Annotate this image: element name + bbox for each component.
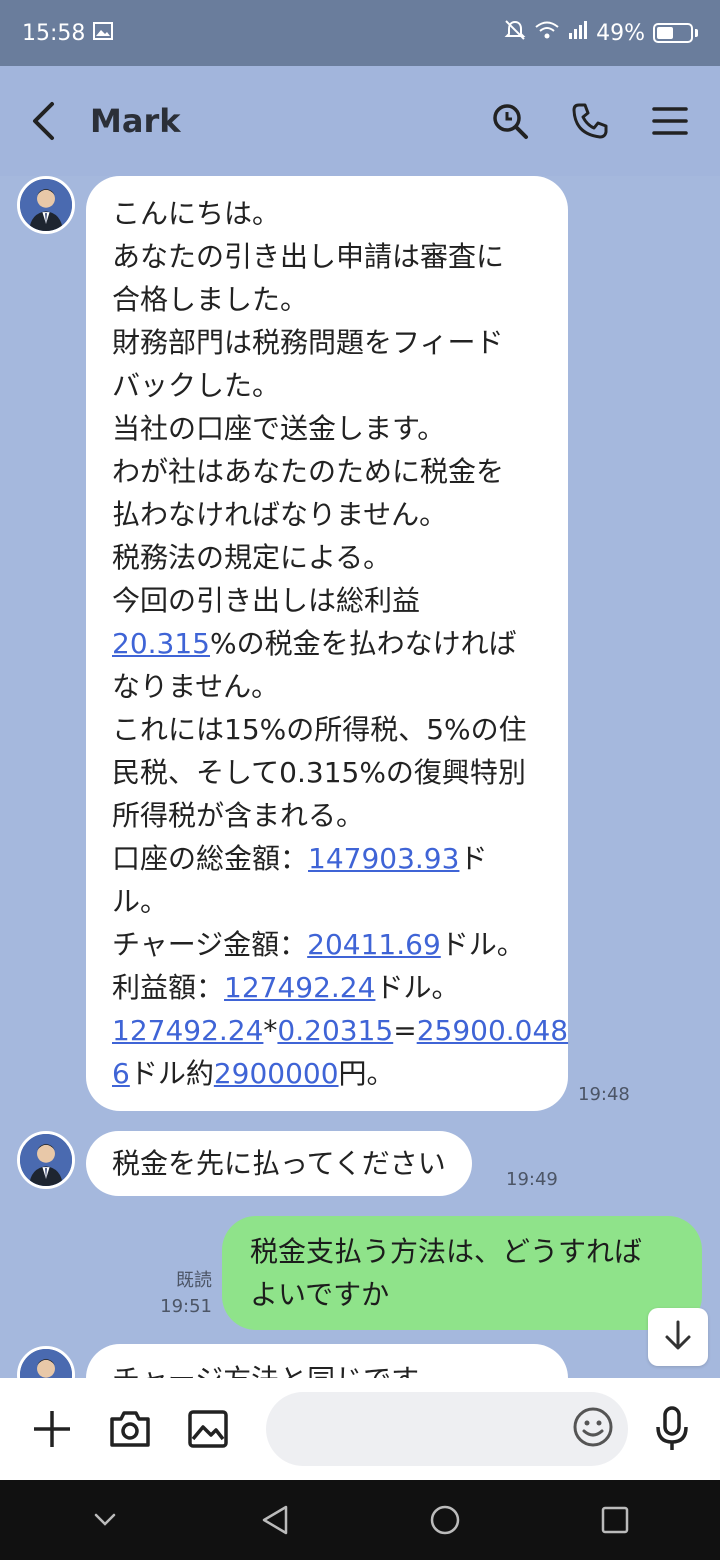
chevron-down-icon[interactable] [81,1496,129,1544]
back-arrow-icon[interactable] [30,91,70,151]
chat-title: Mark [90,102,181,140]
avatar[interactable] [17,176,75,234]
message-text: 円。 [338,1057,395,1090]
mute-icon [504,19,526,47]
message-line: 127492.24*0.20315=25900.048 [112,1009,568,1052]
nav-back-icon[interactable] [251,1496,299,1544]
signal-icon [568,20,588,46]
message-text: ド [459,842,488,875]
number-link[interactable]: 0.20315 [277,1014,393,1047]
message-time: 19:49 [506,1169,558,1190]
message-time: 19:48 [578,1084,630,1105]
message-line: チャージ方法と同じです。 [112,1358,542,1378]
status-left: 15:58 [22,20,114,46]
avatar[interactable] [17,1131,75,1189]
chat-area[interactable]: こんにちは。 あなたの引き出し申請は審査に 合格しました。 財務部門は税務問題を… [0,176,720,1378]
message-line: よいですか [250,1278,390,1311]
message-text: 口座の総金額： [112,842,309,875]
header-actions [490,101,690,141]
number-link[interactable]: 25900.048 [417,1014,568,1047]
number-link[interactable]: 147903.93 [308,842,459,875]
emoji-icon[interactable] [572,1406,614,1452]
message-line: こんにちは。 [112,197,281,230]
status-time: 15:58 [22,20,86,46]
camera-icon[interactable] [106,1405,154,1453]
avatar[interactable] [17,1346,75,1378]
number-link[interactable]: 20.315 [112,627,210,660]
message-text: 利益額： [112,971,225,1004]
message-input-bar [0,1378,720,1480]
message-time: 19:51 [160,1296,212,1317]
read-label: 既読 [176,1270,212,1291]
message-line: 今回の引き出しは総利益 [112,584,421,617]
message-line: チャージ金額：20411.69ドル。 [112,923,542,966]
chat-screen: 15:58 49% Mark こんにちは。 あなたの引き出し申請は審査に 合格し… [0,0,720,1560]
battery-percent: 49% [596,20,645,46]
message-line: あなたの引き出し申請は審査に [112,240,505,273]
battery-tip [695,29,698,37]
message-line: 合格しました。 [112,283,309,316]
plus-icon[interactable] [28,1405,76,1453]
message-line: わが社はあなたのために税金を [112,455,505,488]
number-link[interactable]: 2900000 [214,1057,339,1090]
status-right: 49% [504,19,698,47]
system-nav-bar [0,1480,720,1560]
image-icon[interactable] [184,1405,232,1453]
phone-icon[interactable] [570,101,610,141]
message-line: 税務法の規定による。 [112,541,392,574]
incoming-message-bubble[interactable]: こんにちは。 あなたの引き出し申請は審査に 合格しました。 財務部門は税務問題を… [86,176,568,1111]
search-icon[interactable] [490,101,530,141]
message-text: = [393,1014,417,1047]
message-line: バックした。 [112,369,281,402]
menu-icon[interactable] [650,101,690,141]
nav-home-icon[interactable] [421,1496,469,1544]
arrow-down-icon [663,1319,693,1355]
message-line: 税金支払う方法は、どうすれば [250,1235,643,1268]
incoming-message-bubble[interactable]: 税金を先に払ってください [86,1131,472,1196]
message-line: これには15%の所得税、5%の住 [112,713,527,746]
wifi-icon [534,20,560,46]
message-text: ドル。 [440,928,525,961]
number-link[interactable]: 127492.24 [112,1014,263,1047]
message-line: なりません。 [112,670,280,703]
nav-recents-icon[interactable] [591,1496,639,1544]
read-receipt: 既読 19:51 [150,1268,212,1320]
gallery-icon [93,21,114,46]
message-line: 利益額：127492.24ドル。 [112,966,542,1009]
number-link[interactable]: 127492.24 [224,971,375,1004]
scroll-to-bottom-button[interactable] [648,1308,708,1366]
message-line: 所得税が含まれる。 [112,799,365,832]
number-link[interactable]: 6 [112,1057,130,1090]
mic-icon[interactable] [652,1405,692,1453]
message-line: ル。 [112,885,169,918]
message-line: 払わなければなりません。 [112,498,448,531]
message-text: ドル。 [375,971,460,1004]
message-line: 20.315%の税金を払わなければ [112,622,542,665]
message-text: * [263,1014,278,1047]
message-line: 財務部門は税務問題をフィード [112,326,504,359]
incoming-message-bubble[interactable]: チャージ方法と同じです。 [86,1344,568,1378]
number-link[interactable]: 20411.69 [307,928,441,961]
battery-icon [653,23,693,43]
chat-header: Mark [0,66,720,176]
message-line: 6ドル約2900000円。 [112,1052,542,1095]
status-bar: 15:58 49% [0,0,720,66]
message-line: 当社の口座で送金します。 [112,412,446,445]
message-line: 口座の総金額：147903.93ド [112,837,542,880]
message-line: 税金を先に払ってください [112,1147,446,1180]
message-text: ドル約 [129,1057,214,1090]
message-line: 民税、そして0.315%の復興特別 [112,756,526,789]
message-text: %の税金を払わなければ [209,627,517,660]
message-input[interactable] [266,1392,628,1466]
outgoing-message-bubble[interactable]: 税金支払う方法は、どうすれば よいですか [222,1216,702,1330]
message-text: チャージ金額： [112,928,308,961]
